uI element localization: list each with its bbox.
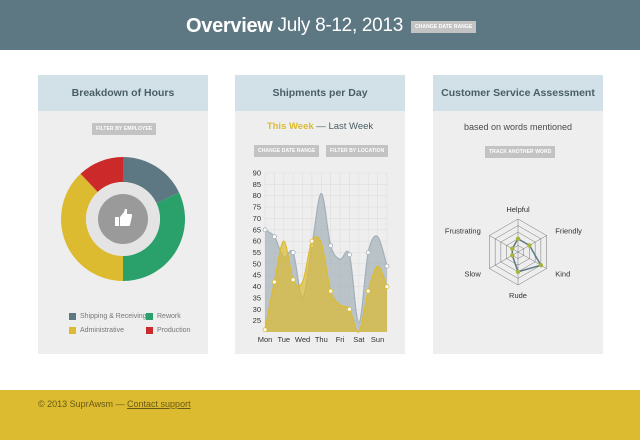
legend-item-rework: Rework bbox=[146, 313, 181, 320]
radar-point-kind[interactable] bbox=[538, 263, 544, 268]
header-bar: Overview July 8-12, 2013 CHANGE DATE RAN… bbox=[0, 0, 640, 50]
customer-panel: Customer Service Assessment based on wor… bbox=[433, 75, 603, 354]
legend-item-shipping-receiving: Shipping & Receiving bbox=[69, 313, 147, 320]
y-tick-label: 25 bbox=[253, 316, 261, 325]
radar-point-frustrating[interactable] bbox=[510, 246, 515, 251]
x-tick-label-tue: Tue bbox=[277, 335, 290, 344]
data-point-last-week[interactable] bbox=[271, 234, 277, 239]
data-point-last-week[interactable] bbox=[365, 250, 371, 255]
hours-donut-chart bbox=[61, 157, 185, 281]
radar-point-rude[interactable] bbox=[515, 269, 521, 274]
y-tick-label: 85 bbox=[253, 180, 261, 189]
data-point-this-week[interactable] bbox=[347, 306, 352, 312]
radar-label-frustrating: Frustrating bbox=[445, 227, 481, 236]
y-tick-label: 90 bbox=[253, 169, 261, 178]
x-tick-label-sun: Sun bbox=[371, 335, 384, 344]
week-separator: — bbox=[316, 121, 326, 132]
contact-support-link[interactable]: Contact support bbox=[127, 399, 191, 409]
data-point-this-week[interactable] bbox=[365, 288, 371, 294]
radar-label-rude: Rude bbox=[509, 291, 527, 300]
x-tick-label-fri: Fri bbox=[336, 335, 345, 344]
y-tick-label: 65 bbox=[253, 225, 261, 234]
legend-swatch bbox=[69, 327, 76, 334]
data-point-last-week[interactable] bbox=[384, 263, 390, 269]
page-title: Overview July 8-12, 2013 CHANGE DATE RAN… bbox=[186, 13, 477, 39]
customer-panel-title: Customer Service Assessment bbox=[433, 75, 603, 111]
legend-label: Production bbox=[157, 327, 191, 334]
radar-label-helpful: Helpful bbox=[506, 205, 530, 214]
week-toggle: This Week — Last Week bbox=[235, 121, 405, 132]
data-point-this-week[interactable] bbox=[262, 327, 268, 333]
hours-panel-title: Breakdown of Hours bbox=[38, 75, 208, 111]
radar-point-helpful[interactable] bbox=[515, 236, 521, 241]
radar-label-kind: Kind bbox=[555, 270, 570, 279]
data-point-last-week[interactable] bbox=[290, 250, 296, 255]
shipments-area-chart: 25 30 35 40 45 50 55 60 65 70 75 80 85 90 Mon Tue Wed Thu… bbox=[253, 169, 390, 344]
legend-item-production: Production bbox=[146, 327, 190, 334]
data-point-this-week[interactable] bbox=[309, 238, 315, 244]
data-point-last-week[interactable] bbox=[328, 243, 334, 249]
data-point-this-week[interactable] bbox=[271, 279, 277, 285]
legend-swatch bbox=[69, 313, 76, 320]
customer-subtitle: based on words mentioned bbox=[463, 122, 573, 132]
radar-label-friendly: Friendly bbox=[555, 227, 582, 236]
y-tick-label: 60 bbox=[253, 237, 261, 246]
customer-radar-chart: Helpful Friendly Kind Rude Slow Frustrating bbox=[445, 205, 582, 300]
track-another-word-button[interactable]: TRACK ANOTHER WORD bbox=[485, 146, 556, 158]
x-tick-label-sat: Sat bbox=[353, 335, 365, 344]
x-tick-label-wed: Wed bbox=[295, 335, 310, 344]
filter-by-employee-button[interactable]: FILTER BY EMPLOYEE bbox=[92, 123, 157, 135]
title-main: Overview bbox=[186, 14, 273, 37]
y-tick-label: 55 bbox=[253, 248, 261, 257]
data-point-this-week[interactable] bbox=[290, 277, 296, 283]
footer-copyright: © 2013 SuprAwsm — bbox=[38, 399, 125, 409]
data-point-last-week[interactable] bbox=[347, 252, 352, 258]
x-tick-label-thu: Thu bbox=[315, 335, 328, 344]
radar-point-friendly[interactable] bbox=[527, 243, 532, 248]
legend-label: Administrative bbox=[80, 327, 124, 334]
x-tick-label-mon: Mon bbox=[258, 335, 273, 344]
y-tick-label: 75 bbox=[253, 203, 261, 212]
legend-swatch bbox=[146, 313, 153, 320]
footer-text: © 2013 SuprAwsm — Contact support bbox=[38, 399, 191, 409]
footer: © 2013 SuprAwsm — Contact support bbox=[0, 390, 640, 440]
legend-label: Shipping & Receiving bbox=[80, 313, 147, 320]
shipments-panel-title: Shipments per Day bbox=[235, 75, 405, 111]
data-point-this-week[interactable] bbox=[328, 288, 334, 294]
shipments-change-date-button[interactable]: CHANGE DATE RANGE bbox=[254, 145, 320, 157]
legend-swatch bbox=[146, 327, 153, 334]
y-tick-label: 50 bbox=[253, 259, 261, 268]
y-tick-label: 30 bbox=[253, 305, 261, 314]
radar-point-slow[interactable] bbox=[510, 253, 515, 258]
y-tick-label: 40 bbox=[253, 282, 261, 291]
filter-by-location-button[interactable]: FILTER BY LOCATION bbox=[326, 145, 389, 157]
legend-label: Rework bbox=[157, 313, 181, 320]
y-tick-label: 45 bbox=[253, 271, 261, 280]
data-point-this-week[interactable] bbox=[384, 284, 390, 289]
radar-label-slow: Slow bbox=[464, 270, 481, 279]
title-date-range: July 8-12, 2013 bbox=[277, 15, 404, 36]
shipments-panel: Shipments per Day This Week — Last Week … bbox=[235, 75, 405, 354]
legend-item-administrative: Administrative bbox=[69, 327, 124, 334]
hours-panel: Breakdown of Hours FILTER BY EMPLOYEE Sh… bbox=[38, 75, 208, 354]
last-week-link[interactable]: Last Week bbox=[328, 121, 373, 132]
y-tick-label: 35 bbox=[253, 293, 261, 302]
this-week-link[interactable]: This Week bbox=[267, 121, 314, 132]
y-tick-label: 80 bbox=[253, 191, 261, 200]
data-point-last-week[interactable] bbox=[262, 227, 268, 233]
y-tick-label: 70 bbox=[253, 214, 261, 223]
change-date-range-button[interactable]: CHANGE DATE RANGE bbox=[410, 21, 477, 33]
